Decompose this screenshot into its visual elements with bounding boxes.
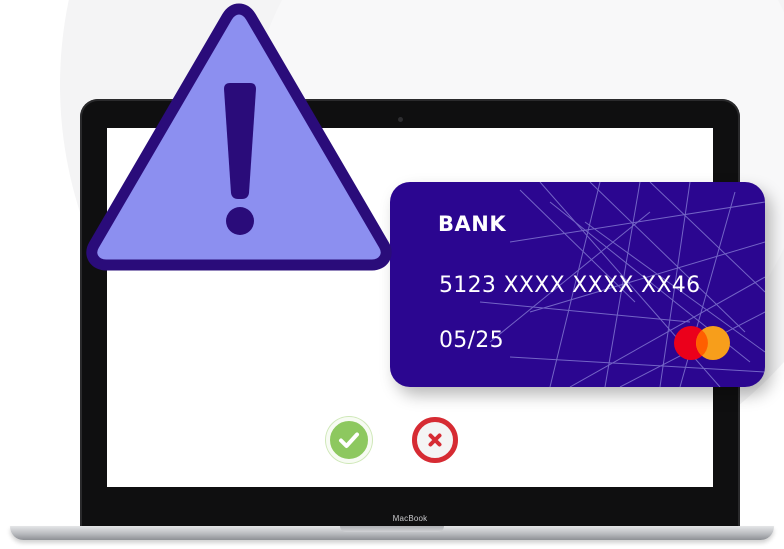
card-expiry-date: 05/25 (439, 328, 504, 353)
credit-card[interactable]: BANK 5123 XXXX XXXX XX46 05/25 (390, 182, 765, 387)
decline-button[interactable] (412, 417, 458, 463)
scene: MacBook BANK 5123 XXXX XXXX XX46 05/25 (0, 0, 784, 549)
exclamation-dot-icon (226, 207, 254, 235)
x-icon (428, 433, 442, 447)
laptop-base-notch (340, 526, 444, 532)
mastercard-logo-icon (674, 326, 730, 360)
card-number: 5123 XXXX XXXX XX46 (439, 273, 701, 298)
camera-icon (398, 117, 403, 122)
approve-button[interactable] (326, 417, 372, 463)
check-icon (339, 432, 359, 448)
card-bank-name: BANK (438, 212, 507, 236)
warning-triangle-icon (86, 3, 392, 271)
